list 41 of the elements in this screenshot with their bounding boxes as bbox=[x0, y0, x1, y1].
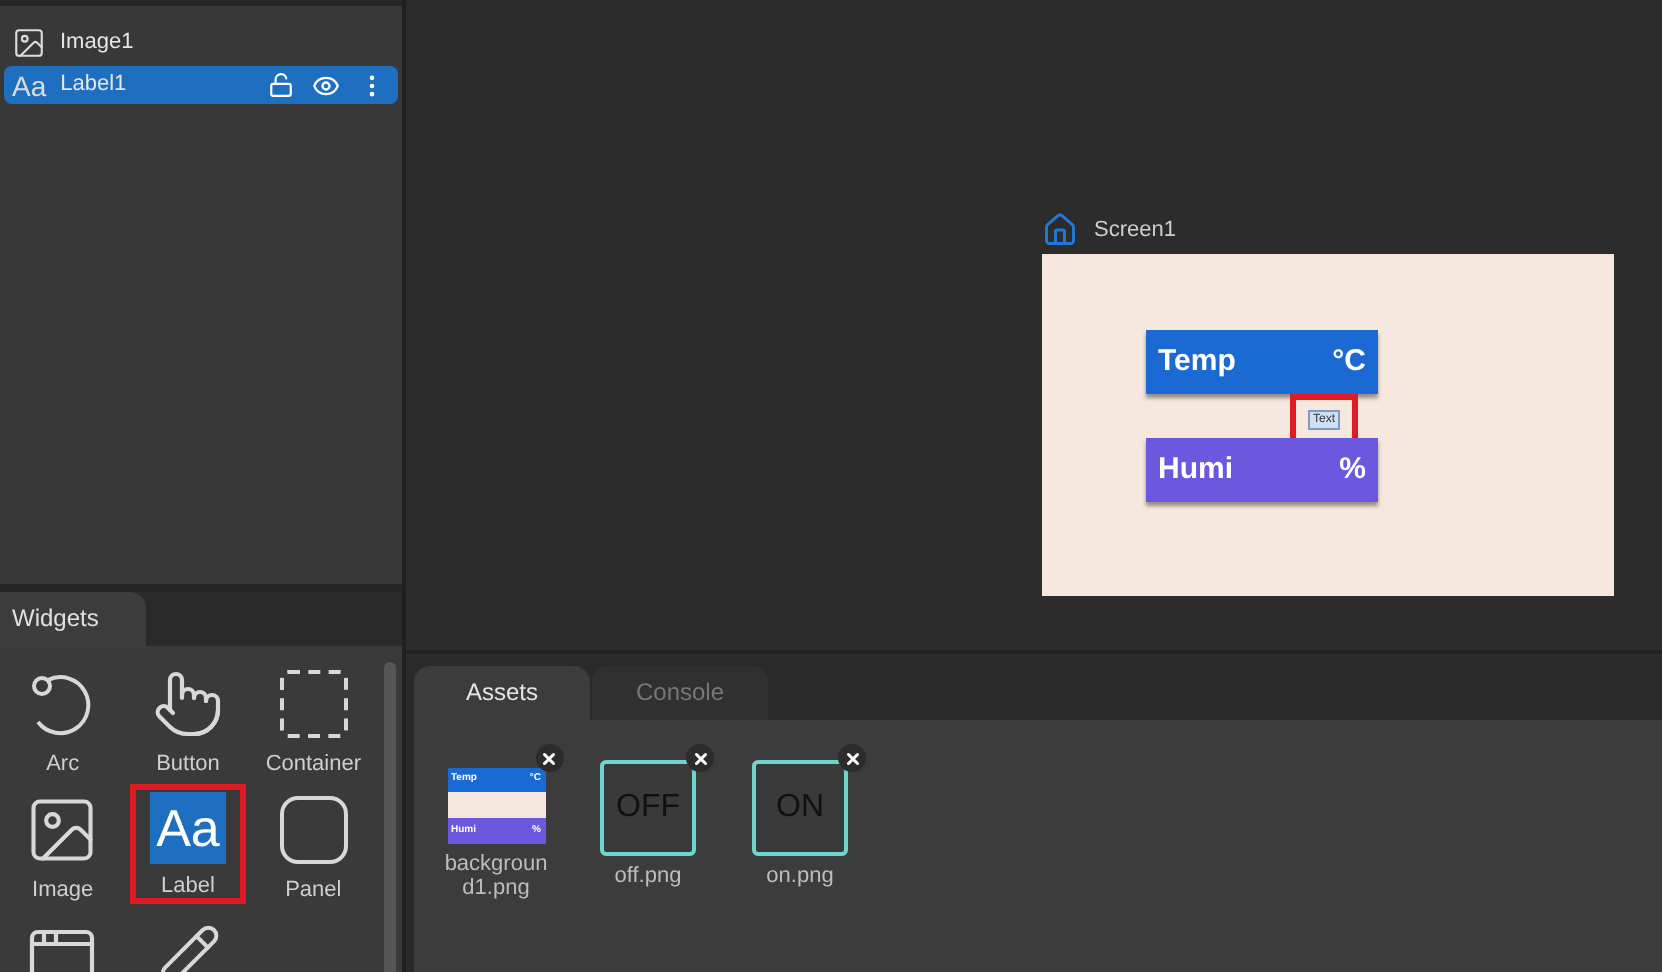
layer-name: Image1 bbox=[60, 28, 134, 59]
widget-label: Container bbox=[265, 750, 362, 780]
widget-label: Button bbox=[156, 750, 220, 780]
widgets-tab[interactable]: Widgets bbox=[0, 592, 146, 646]
panel-tab[interactable]: Assets bbox=[414, 666, 590, 720]
asset-name: off.png bbox=[614, 864, 682, 888]
image-icon bbox=[12, 26, 46, 60]
delete-button[interactable] bbox=[535, 744, 563, 772]
eye-icon[interactable] bbox=[312, 71, 340, 99]
bar-label: Humi bbox=[1158, 449, 1233, 490]
widget-item[interactable]: Aa Label bbox=[129, 784, 247, 904]
screen-name: Screen1 bbox=[1094, 215, 1176, 246]
widget-label: Arc bbox=[46, 750, 80, 780]
dashed-square-icon bbox=[279, 670, 348, 738]
label-glyph: Aa bbox=[150, 792, 226, 864]
hand-icon bbox=[151, 668, 224, 740]
delete-button[interactable] bbox=[686, 744, 714, 772]
close-icon[interactable] bbox=[843, 749, 861, 767]
widget-item[interactable]: Panel bbox=[254, 792, 372, 912]
asset-name: background1.png bbox=[442, 852, 550, 900]
delete-button[interactable] bbox=[838, 744, 866, 772]
close-icon[interactable] bbox=[540, 749, 558, 767]
widget-label: Image bbox=[32, 876, 94, 906]
widget-item[interactable]: Container bbox=[254, 666, 372, 786]
close-icon[interactable] bbox=[691, 749, 709, 767]
layer-name: Label1 bbox=[60, 70, 127, 101]
widget-item[interactable]: Arc bbox=[4, 666, 122, 786]
widget-item[interactable]: Image bbox=[4, 792, 122, 912]
layer-item[interactable]: Aa Label1 bbox=[4, 66, 398, 104]
label-glyph: Aa bbox=[12, 71, 47, 99]
widget-label: Panel bbox=[285, 876, 342, 906]
unlock-icon[interactable] bbox=[268, 72, 294, 98]
bar-unit: °C bbox=[1332, 341, 1366, 382]
bar-unit: % bbox=[1339, 449, 1366, 490]
bar-label: Temp bbox=[1158, 341, 1236, 382]
widget-item[interactable]: Button bbox=[129, 666, 247, 786]
scrollbar[interactable] bbox=[384, 662, 396, 972]
widget-label: Label bbox=[161, 872, 215, 902]
layer-item[interactable]: Image1 bbox=[4, 24, 398, 62]
home-icon bbox=[1042, 212, 1078, 248]
asset-name: on.png bbox=[766, 864, 834, 888]
